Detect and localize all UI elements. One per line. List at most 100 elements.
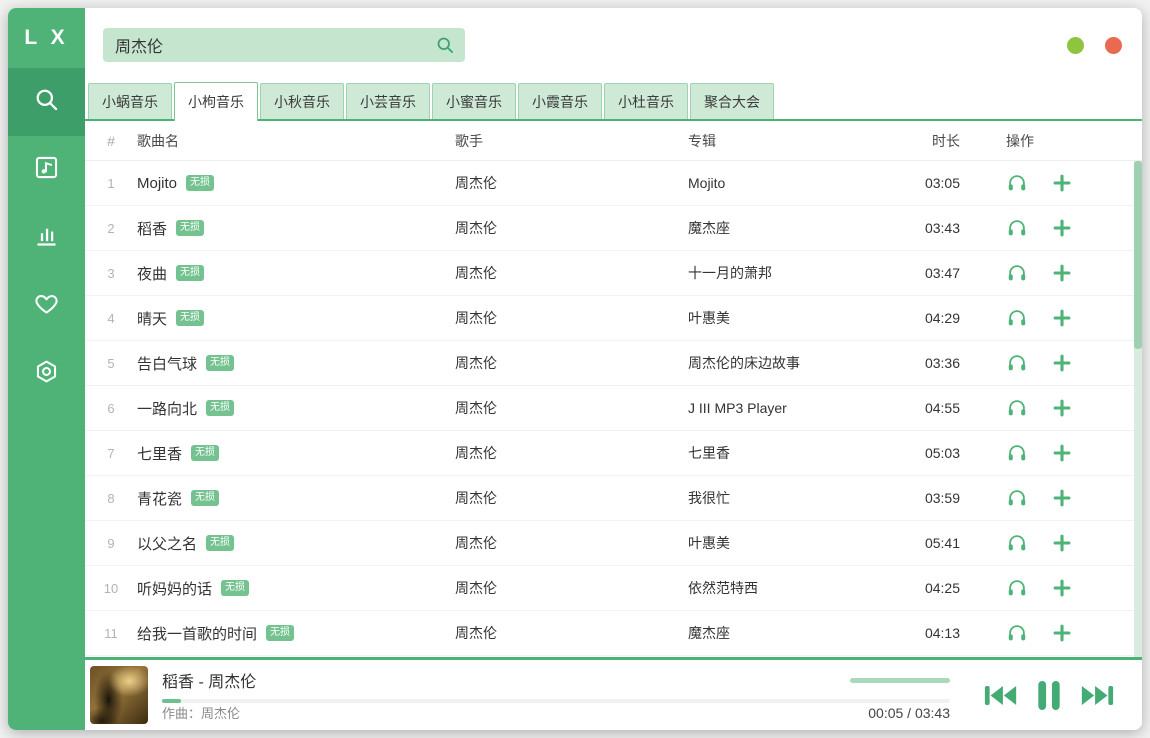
- sidebar-item-search[interactable]: [8, 68, 85, 136]
- search-submit-icon[interactable]: [435, 35, 455, 55]
- row-index: 1: [85, 176, 137, 191]
- row-actions: [960, 577, 1142, 599]
- song-name-cell: 青花瓷 无损: [137, 488, 455, 509]
- next-button[interactable]: [1079, 683, 1115, 708]
- minimize-button[interactable]: [1067, 37, 1084, 54]
- row-index: 9: [85, 536, 137, 551]
- song-name-cell: 以父之名 无损: [137, 533, 455, 554]
- add-icon[interactable]: [1051, 217, 1073, 239]
- song-name-cell: 告白气球 无损: [137, 353, 455, 374]
- add-icon[interactable]: [1051, 262, 1073, 284]
- source-tab[interactable]: 小枸音乐: [174, 82, 258, 121]
- previous-button[interactable]: [983, 683, 1019, 708]
- lossless-badge: 无损: [206, 355, 234, 371]
- song-duration: 04:29: [870, 310, 960, 326]
- source-tab[interactable]: 小秋音乐: [260, 83, 344, 119]
- close-button[interactable]: [1105, 37, 1122, 54]
- source-tab[interactable]: 聚合大会: [690, 83, 774, 119]
- lossless-badge: 无损: [176, 310, 204, 326]
- song-duration: 03:36: [870, 355, 960, 371]
- sidebar-item-settings[interactable]: [8, 340, 85, 408]
- add-icon[interactable]: [1051, 532, 1073, 554]
- scrollbar-thumb[interactable]: [1134, 161, 1142, 349]
- row-actions: [960, 352, 1142, 374]
- song-name-cell: 稻香 无损: [137, 218, 455, 239]
- song-album: 魔杰座: [688, 623, 870, 643]
- listen-icon[interactable]: [1006, 217, 1028, 239]
- listen-icon[interactable]: [1006, 352, 1028, 374]
- music-list-icon: [33, 154, 60, 186]
- listen-icon[interactable]: [1006, 397, 1028, 419]
- song-album: 叶惠美: [688, 533, 870, 553]
- listen-icon[interactable]: [1006, 262, 1028, 284]
- table-row[interactable]: 7 七里香 无损 周杰伦 七里香 05:03: [85, 431, 1142, 476]
- table-row[interactable]: 5 告白气球 无损 周杰伦 周杰伦的床边故事 03:36: [85, 341, 1142, 386]
- add-icon[interactable]: [1051, 307, 1073, 329]
- table-row[interactable]: 3 夜曲 无损 周杰伦 十一月的萧邦 03:47: [85, 251, 1142, 296]
- header-index: #: [85, 133, 137, 149]
- sidebar-item-favorites[interactable]: [8, 272, 85, 340]
- row-index: 7: [85, 446, 137, 461]
- table-row[interactable]: 8 青花瓷 无损 周杰伦 我很忙 03:59: [85, 476, 1142, 521]
- add-icon[interactable]: [1051, 487, 1073, 509]
- lossless-badge: 无损: [206, 535, 234, 551]
- search-icon: [33, 86, 60, 118]
- source-tab[interactable]: 小蜜音乐: [432, 83, 516, 119]
- song-artist: 周杰伦: [455, 533, 688, 553]
- source-tab[interactable]: 小蜗音乐: [88, 83, 172, 119]
- listen-icon[interactable]: [1006, 172, 1028, 194]
- source-tab[interactable]: 小芸音乐: [346, 83, 430, 119]
- song-artist: 周杰伦: [455, 623, 688, 643]
- row-actions: [960, 307, 1142, 329]
- song-artist: 周杰伦: [455, 218, 688, 238]
- table-row[interactable]: 4 晴天 无损 周杰伦 叶惠美 04:29: [85, 296, 1142, 341]
- row-index: 2: [85, 221, 137, 236]
- row-index: 11: [85, 626, 137, 641]
- sidebar-item-leaderboard[interactable]: [8, 204, 85, 272]
- tab-label: 小蜜音乐: [446, 92, 502, 112]
- listen-icon[interactable]: [1006, 577, 1028, 599]
- leaderboard-icon: [33, 222, 60, 254]
- add-icon[interactable]: [1051, 577, 1073, 599]
- now-playing-title: 稻香 - 周杰伦: [162, 666, 950, 692]
- table-row[interactable]: 1 Mojito 无损 周杰伦 Mojito 03:05: [85, 161, 1142, 206]
- tab-label: 小枸音乐: [188, 92, 244, 112]
- table-row[interactable]: 11 给我一首歌的时间 无损 周杰伦 魔杰座 04:13: [85, 611, 1142, 656]
- player-info: 稻香 - 周杰伦 作曲：周杰伦 00:05 / 03:43: [162, 666, 950, 724]
- row-index: 3: [85, 266, 137, 281]
- listen-icon[interactable]: [1006, 532, 1028, 554]
- add-icon[interactable]: [1051, 622, 1073, 644]
- listen-icon[interactable]: [1006, 307, 1028, 329]
- song-name: 听妈妈的话: [137, 578, 212, 599]
- scrollbar-track[interactable]: [1134, 161, 1142, 657]
- header-duration: 时长: [870, 131, 960, 151]
- song-artist: 周杰伦: [455, 353, 688, 373]
- lossless-badge: 无损: [186, 175, 214, 191]
- song-album: 叶惠美: [688, 308, 870, 328]
- pause-button[interactable]: [1036, 679, 1062, 712]
- table-row[interactable]: 9 以父之名 无损 周杰伦 叶惠美 05:41: [85, 521, 1142, 566]
- table-row[interactable]: 6 一路向北 无损 周杰伦 J III MP3 Player 04:55: [85, 386, 1142, 431]
- volume-slider[interactable]: [850, 678, 950, 683]
- song-artist: 周杰伦: [455, 263, 688, 283]
- table-row[interactable]: 2 稻香 无损 周杰伦 魔杰座 03:43: [85, 206, 1142, 251]
- add-icon[interactable]: [1051, 397, 1073, 419]
- lossless-badge: 无损: [176, 265, 204, 281]
- search-input[interactable]: [115, 36, 435, 54]
- song-name-cell: 七里香 无损: [137, 443, 455, 464]
- listen-icon[interactable]: [1006, 442, 1028, 464]
- song-name: Mojito: [137, 175, 177, 192]
- listen-icon[interactable]: [1006, 622, 1028, 644]
- song-name: 告白气球: [137, 353, 197, 374]
- header-artist: 歌手: [455, 131, 688, 151]
- add-icon[interactable]: [1051, 442, 1073, 464]
- listen-icon[interactable]: [1006, 487, 1028, 509]
- add-icon[interactable]: [1051, 172, 1073, 194]
- source-tab[interactable]: 小杜音乐: [604, 83, 688, 119]
- album-art[interactable]: [90, 666, 148, 724]
- source-tab[interactable]: 小霞音乐: [518, 83, 602, 119]
- table-row[interactable]: 10 听妈妈的话 无损 周杰伦 依然范特西 04:25: [85, 566, 1142, 611]
- song-name: 青花瓷: [137, 488, 182, 509]
- add-icon[interactable]: [1051, 352, 1073, 374]
- sidebar-item-my-music[interactable]: [8, 136, 85, 204]
